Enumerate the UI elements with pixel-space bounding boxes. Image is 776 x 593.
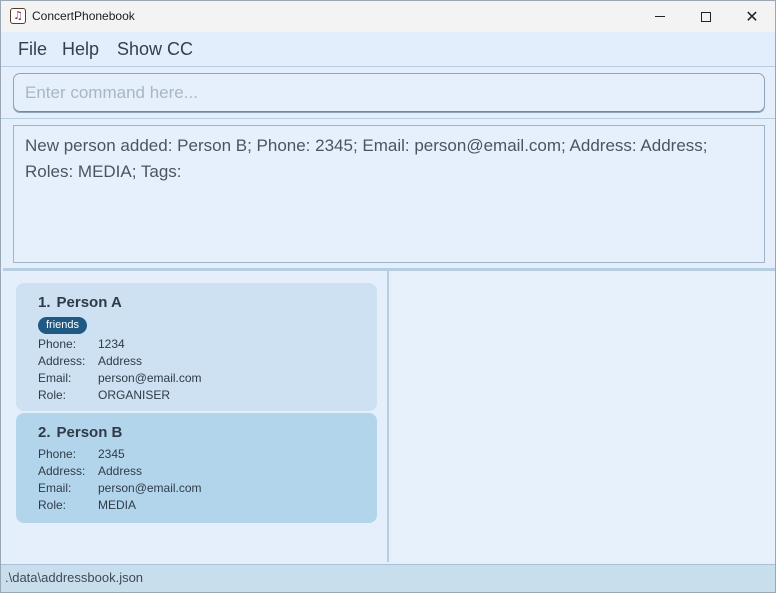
status-bar: .\data\addressbook.json	[1, 564, 775, 592]
person-name: 1. Person A	[38, 294, 122, 311]
address-value: Address	[98, 464, 143, 478]
result-text: New person added: Person B; Phone: 2345;…	[25, 136, 708, 181]
person-card-selected[interactable]: 2. Person B Phone: 2345 Address: Address Em…	[16, 413, 377, 523]
command-input[interactable]	[13, 73, 765, 113]
person-name: 2. Person B	[38, 424, 122, 441]
address-value: Address	[98, 354, 143, 368]
role-label: Role:	[38, 498, 67, 512]
person-index: 2.	[38, 424, 51, 441]
email-label: Email:	[38, 371, 72, 385]
maximize-icon	[701, 11, 711, 22]
app-window: ♫ ConcertPhonebook ✕ File Help Show CC N…	[0, 0, 776, 593]
tag-badge: friends	[38, 317, 88, 334]
menu-help[interactable]: Help	[62, 39, 99, 60]
command-box-container	[1, 67, 775, 119]
email-label: Email:	[38, 481, 72, 495]
save-location-path: .\data\addressbook.json	[5, 570, 144, 585]
minimize-icon	[655, 16, 665, 17]
split-pane: 1. Person A friends Phone: 1234 Address: Ad…	[3, 268, 775, 562]
phone-row: Phone: 1234	[38, 337, 125, 351]
menu-show-cc[interactable]: Show CC	[117, 39, 193, 60]
address-row: Address: Address	[38, 354, 142, 368]
person-name-text: Person B	[56, 424, 123, 441]
menu-file[interactable]: File	[18, 39, 47, 60]
result-display: New person added: Person B; Phone: 2345;…	[13, 125, 765, 263]
role-row: Role: ORGANISER	[38, 388, 170, 402]
phone-value: 2345	[98, 447, 125, 461]
app-music-icon: ♫	[10, 8, 26, 24]
address-row: Address: Address	[38, 464, 142, 478]
phone-label: Phone:	[38, 337, 77, 351]
address-label: Address:	[38, 464, 86, 478]
role-value: MEDIA	[98, 498, 137, 512]
email-row: Email: person@email.com	[38, 371, 202, 385]
menu-bar: File Help Show CC	[1, 32, 775, 67]
detail-panel	[391, 271, 775, 562]
person-card[interactable]: 1. Person A friends Phone: 1234 Address: Ad…	[16, 283, 377, 411]
role-label: Role:	[38, 388, 67, 402]
person-name-text: Person A	[56, 294, 122, 311]
person-list-panel[interactable]: 1. Person A friends Phone: 1234 Address: Ad…	[3, 271, 389, 562]
email-value: person@email.com	[98, 371, 202, 385]
email-row: Email: person@email.com	[38, 481, 202, 495]
close-icon: ✕	[745, 6, 759, 26]
close-button[interactable]: ✕	[729, 1, 775, 32]
role-value: ORGANISER	[98, 388, 171, 402]
role-row: Role: MEDIA	[38, 498, 136, 512]
email-value: person@email.com	[98, 481, 202, 495]
window-title: ConcertPhonebook	[32, 9, 135, 23]
minimize-button[interactable]	[637, 1, 683, 32]
phone-row: Phone: 2345	[38, 447, 125, 461]
phone-label: Phone:	[38, 447, 77, 461]
title-bar[interactable]: ♫ ConcertPhonebook ✕	[1, 1, 775, 32]
address-label: Address:	[38, 354, 86, 368]
person-index: 1.	[38, 294, 51, 311]
maximize-button[interactable]	[683, 1, 729, 32]
phone-value: 1234	[98, 337, 125, 351]
